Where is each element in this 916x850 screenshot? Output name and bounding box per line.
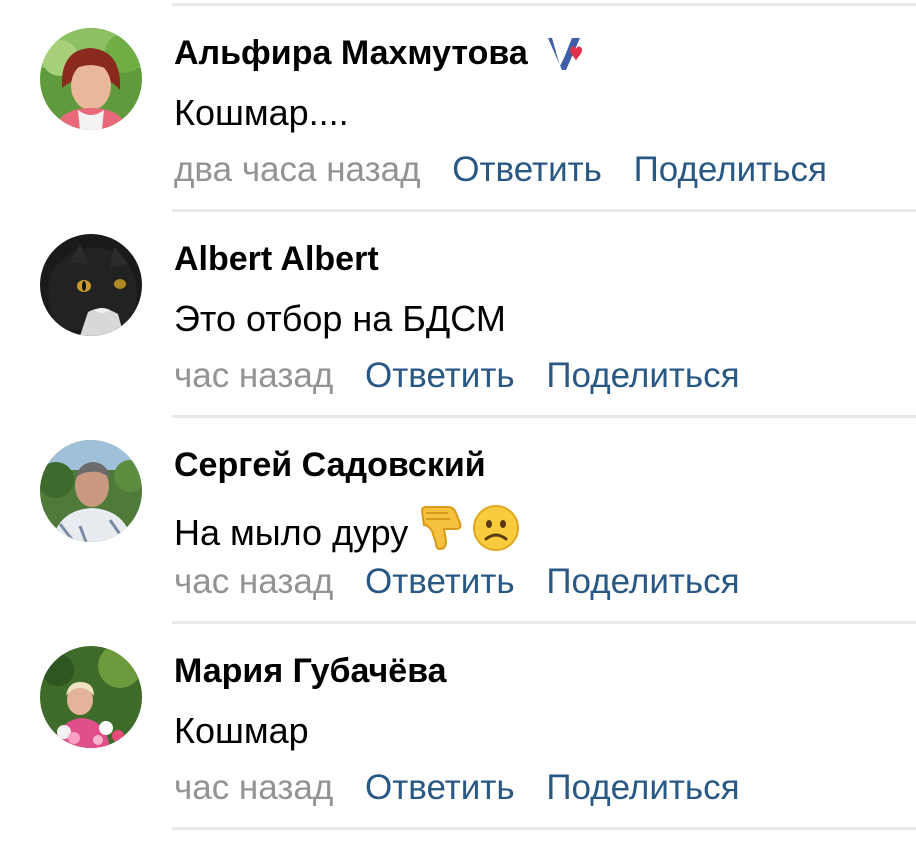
avatar[interactable] [40,646,142,748]
comment-divider [172,827,916,830]
comment-list: Альфира Махмутова Кошмар.... два часа на… [0,6,916,830]
share-button[interactable]: Поделиться [634,150,827,189]
comment-author[interactable]: Сергей Садовский [174,446,486,485]
comment-text: Это отбор на БДСМ [174,298,506,339]
comment-text-body: На мыло дуру [174,511,409,553]
comment-time[interactable]: час назад [174,356,333,395]
comment-text: Кошмар [174,710,309,751]
share-button[interactable]: Поделиться [546,356,739,395]
comment-item: Сергей Садовский На мыло дуру час назад … [0,418,916,624]
reply-button[interactable]: Ответить [365,768,515,807]
share-button[interactable]: Поделиться [546,562,739,601]
comment-time[interactable]: час назад [174,562,333,601]
reply-button[interactable]: Ответить [452,150,602,189]
comment-author[interactable]: Альфира Махмутова [174,34,584,73]
comment-meta: два часа назад Ответить Поделиться [174,150,827,190]
vote-ribbon-icon [544,36,584,72]
avatar[interactable] [40,440,142,542]
author-name[interactable]: Мария Губачёва [174,652,447,691]
comment-author[interactable]: Albert Albert [174,240,379,279]
comment-text: Кошмар.... [174,92,349,133]
avatar[interactable] [40,28,142,130]
sad-face-icon [472,504,520,561]
comment-item: Albert Albert Это отбор на БДСМ час наза… [0,212,916,418]
share-button[interactable]: Поделиться [546,768,739,807]
thumbs-down-icon [418,505,468,560]
avatar[interactable] [40,234,142,336]
comment-meta: час назад Ответить Поделиться [174,562,740,602]
author-name[interactable]: Сергей Садовский [174,446,486,485]
comment-meta: час назад Ответить Поделиться [174,768,740,808]
comment-author[interactable]: Мария Губачёва [174,652,447,691]
reply-button[interactable]: Ответить [365,562,515,601]
comment-item: Мария Губачёва Кошмар час назад Ответить… [0,624,916,830]
author-name[interactable]: Альфира Махмутова [174,34,528,73]
comment-time[interactable]: час назад [174,768,333,807]
author-name[interactable]: Albert Albert [174,240,379,279]
comment-time[interactable]: два часа назад [174,150,421,189]
comment-meta: час назад Ответить Поделиться [174,356,740,396]
reply-button[interactable]: Ответить [365,356,515,395]
comment-item: Альфира Махмутова Кошмар.... два часа на… [0,6,916,212]
comment-text: На мыло дуру [174,504,520,561]
